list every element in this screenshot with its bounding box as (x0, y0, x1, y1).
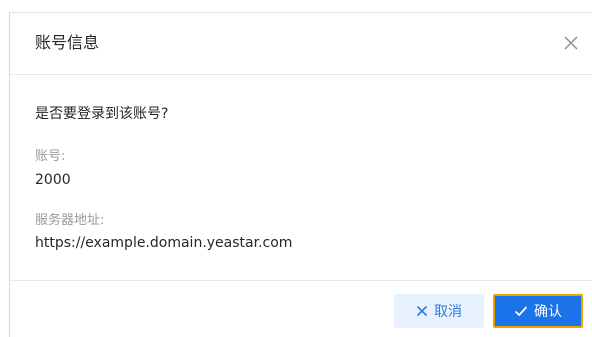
confirm-label: 确认 (534, 304, 562, 320)
cancel-button[interactable]: 取消 (394, 294, 484, 328)
server-address-value: https://example.domain.yeastar.com (35, 235, 293, 251)
confirm-button[interactable]: 确认 (493, 294, 583, 328)
dialog-body: 是否要登录到该账号? 账号: 2000 服务器地址: https://examp… (35, 104, 572, 251)
account-info-dialog: 账号信息 是否要登录到该账号? 账号: 2000 服务器地址: https://… (9, 12, 592, 337)
x-icon (416, 305, 428, 317)
dialog-title: 账号信息 (35, 33, 100, 52)
close-icon (564, 36, 578, 50)
dialog-footer: 取消 确认 (10, 280, 592, 337)
page: 账号信息 是否要登录到该账号? 账号: 2000 服务器地址: https://… (0, 0, 592, 337)
cancel-label: 取消 (434, 304, 462, 320)
login-question: 是否要登录到该账号? (35, 106, 169, 122)
account-label: 账号: (35, 149, 66, 164)
check-icon (514, 306, 528, 317)
account-value: 2000 (35, 172, 71, 188)
close-button[interactable] (560, 32, 582, 54)
dialog-header: 账号信息 (10, 13, 592, 75)
server-address-label: 服务器地址: (35, 213, 105, 228)
